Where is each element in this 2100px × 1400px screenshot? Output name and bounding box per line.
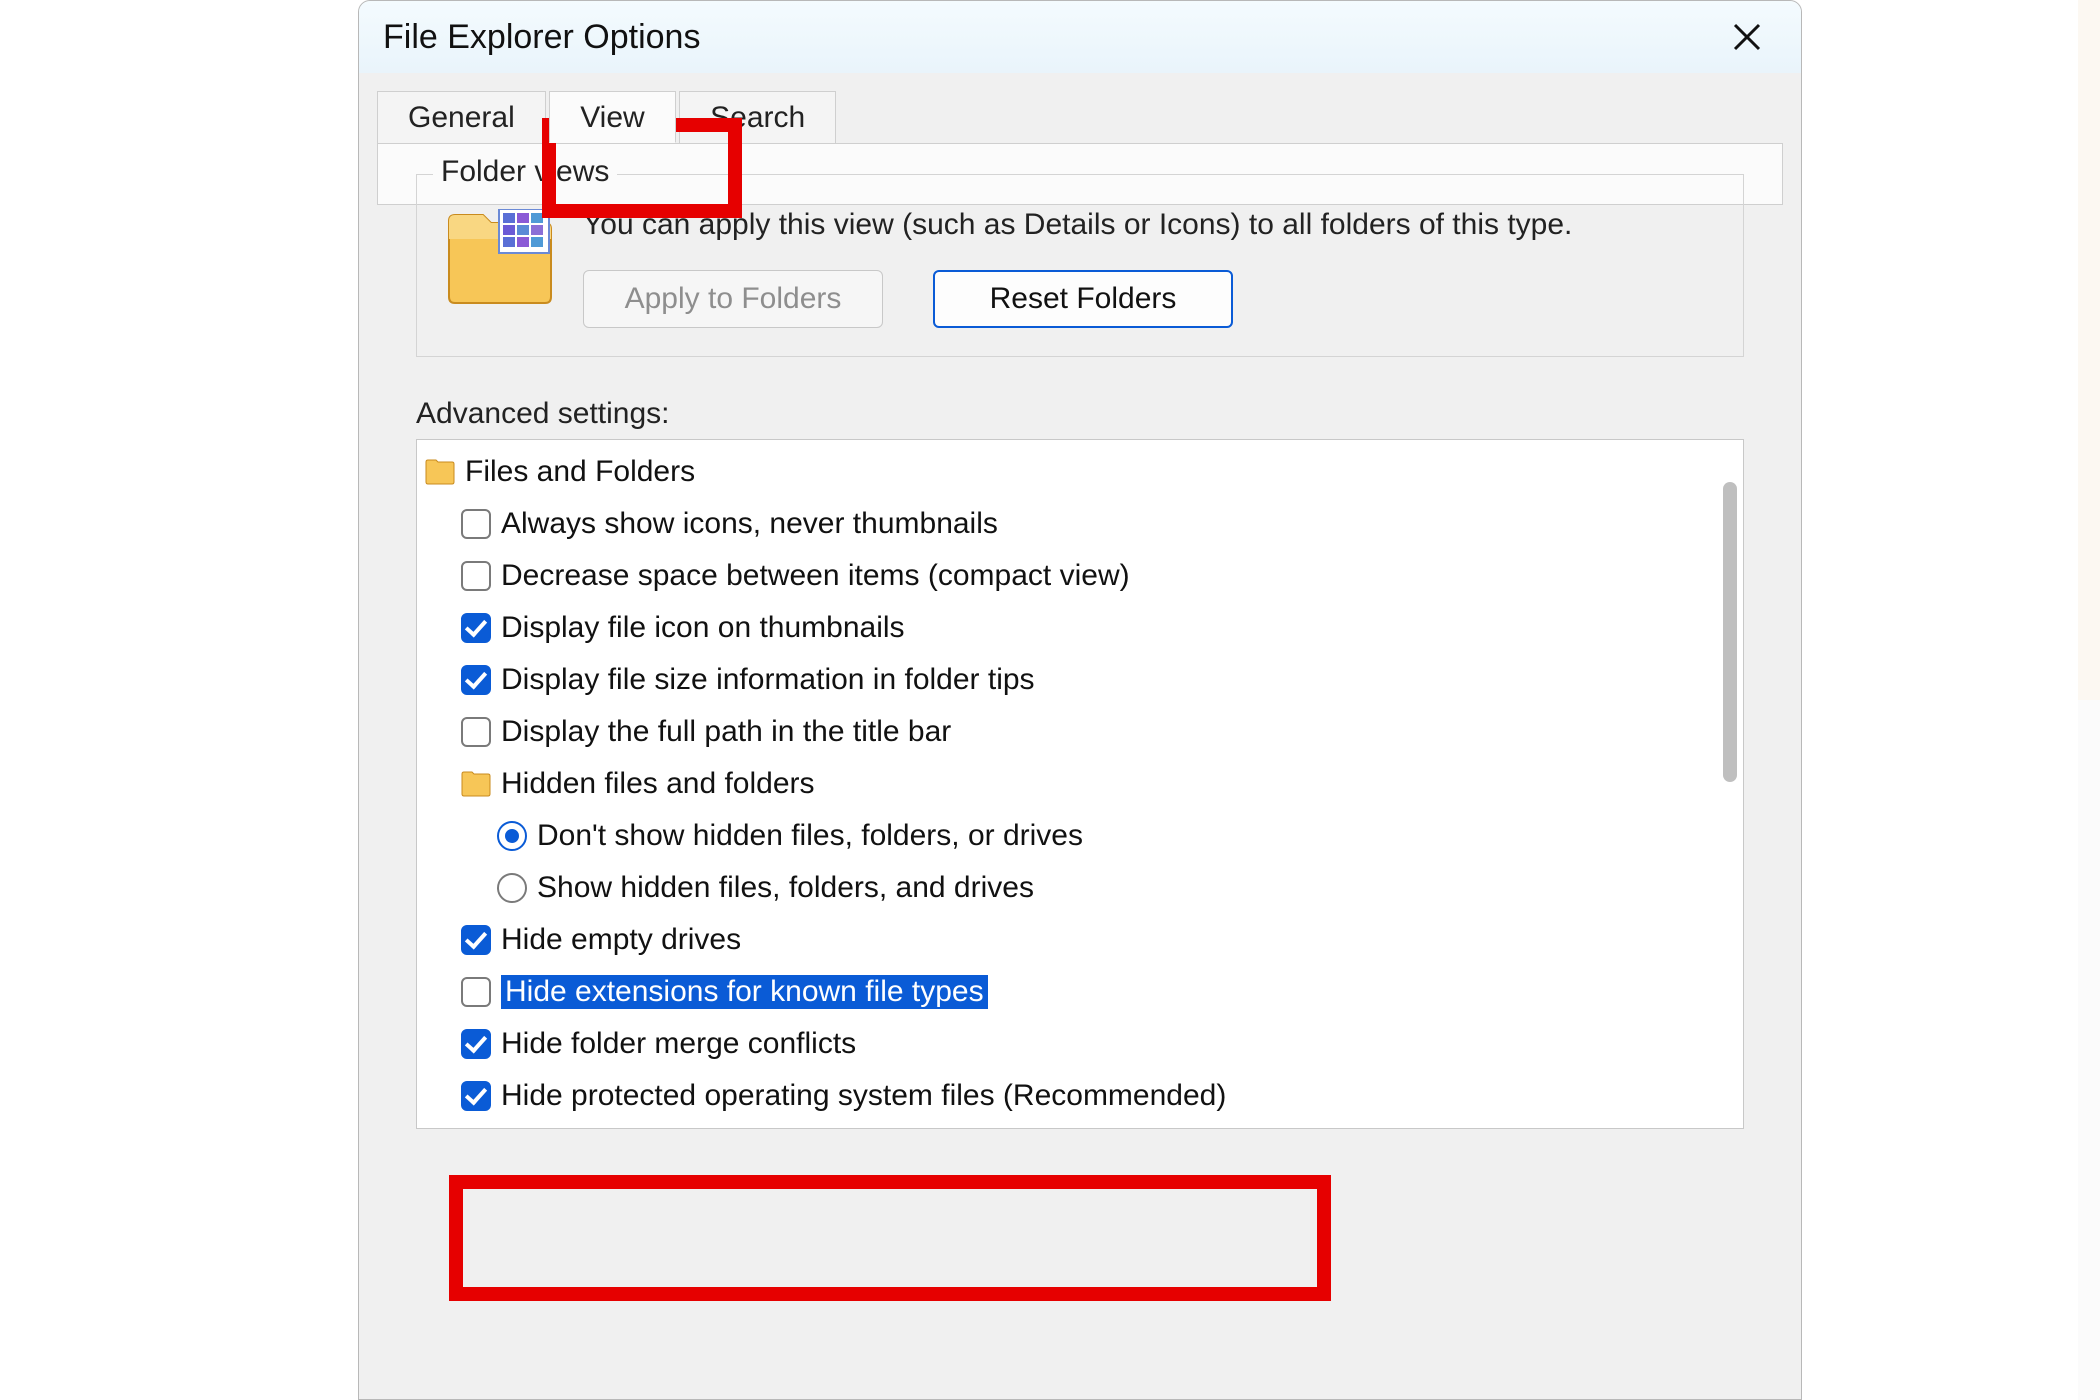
checkbox[interactable] (461, 1029, 491, 1059)
tree-row[interactable]: Display file icon on thumbnails (425, 602, 1743, 654)
tree-row-label: Display file icon on thumbnails (501, 611, 905, 645)
tree-row-label: Files and Folders (465, 455, 695, 489)
file-explorer-options-dialog: File Explorer Options General View Searc… (358, 0, 1802, 1400)
tree-row-label: Display the full path in the title bar (501, 715, 951, 749)
dialog-title: File Explorer Options (383, 18, 1717, 57)
tab-search[interactable]: Search (679, 91, 836, 143)
checkbox[interactable] (461, 717, 491, 747)
tree-row: Files and Folders (425, 446, 1743, 498)
tab-panel-view: Folder views (377, 143, 1783, 205)
checkbox[interactable] (461, 1081, 491, 1111)
titlebar: File Explorer Options (359, 1, 1801, 73)
tab-general[interactable]: General (377, 91, 546, 143)
checkbox[interactable] (461, 665, 491, 695)
tab-view[interactable]: View (549, 91, 675, 143)
tree-row[interactable]: Hide empty drives (425, 914, 1743, 966)
apply-to-folders-button[interactable]: Apply to Folders (583, 270, 883, 328)
tree-row-label: Hide empty drives (501, 923, 741, 957)
tree-row[interactable]: Hide extensions for known file types (425, 966, 1743, 1018)
folder-views-icon (445, 205, 555, 310)
folder-views-group: Folder views (416, 174, 1744, 357)
tree-row[interactable]: Display the full path in the title bar (425, 706, 1743, 758)
tree-row-label: Always show icons, never thumbnails (501, 507, 998, 541)
tree-row[interactable]: Hide protected operating system files (R… (425, 1070, 1743, 1122)
tree-row[interactable]: Always show icons, never thumbnails (425, 498, 1743, 550)
radio[interactable] (497, 873, 527, 903)
background-edge (2078, 0, 2100, 1400)
advanced-settings-tree[interactable]: Files and Folders Always show icons, neve… (416, 439, 1744, 1129)
folder-views-description: You can apply this view (such as Details… (583, 205, 1715, 246)
tree-row-label: Show hidden files, folders, and drives (537, 871, 1034, 905)
close-button[interactable] (1717, 7, 1777, 67)
tree-row-label: Hide folder merge conflicts (501, 1027, 856, 1061)
tree-row-label: Hidden files and folders (501, 767, 815, 801)
tree-row[interactable]: Show hidden files, folders, and drives (425, 862, 1743, 914)
advanced-settings-label: Advanced settings: (416, 397, 1744, 431)
radio[interactable] (497, 821, 527, 851)
tree-row[interactable]: Don't show hidden files, folders, or dri… (425, 810, 1743, 862)
tree-row: Hidden files and folders (425, 758, 1743, 810)
checkbox[interactable] (461, 561, 491, 591)
scrollbar[interactable] (1723, 482, 1737, 782)
checkbox[interactable] (461, 613, 491, 643)
tree-row[interactable]: Display file size information in folder … (425, 654, 1743, 706)
reset-folders-button[interactable]: Reset Folders (933, 270, 1233, 328)
tree-row[interactable]: Hide folder merge conflicts (425, 1018, 1743, 1070)
folder-views-group-label: Folder views (433, 155, 617, 189)
tree-row[interactable]: Decrease space between items (compact vi… (425, 550, 1743, 602)
tab-strip: General View Search Folder views (359, 73, 1801, 143)
tree-row-label: Decrease space between items (compact vi… (501, 559, 1130, 593)
checkbox[interactable] (461, 509, 491, 539)
tree-row-label: Hide extensions for known file types (501, 975, 988, 1009)
checkbox[interactable] (461, 977, 491, 1007)
tree-row-label: Display file size information in folder … (501, 663, 1035, 697)
tree-row-label: Hide protected operating system files (R… (501, 1079, 1226, 1113)
checkbox[interactable] (461, 925, 491, 955)
tree-row-label: Don't show hidden files, folders, or dri… (537, 819, 1083, 853)
close-icon (1732, 22, 1762, 52)
